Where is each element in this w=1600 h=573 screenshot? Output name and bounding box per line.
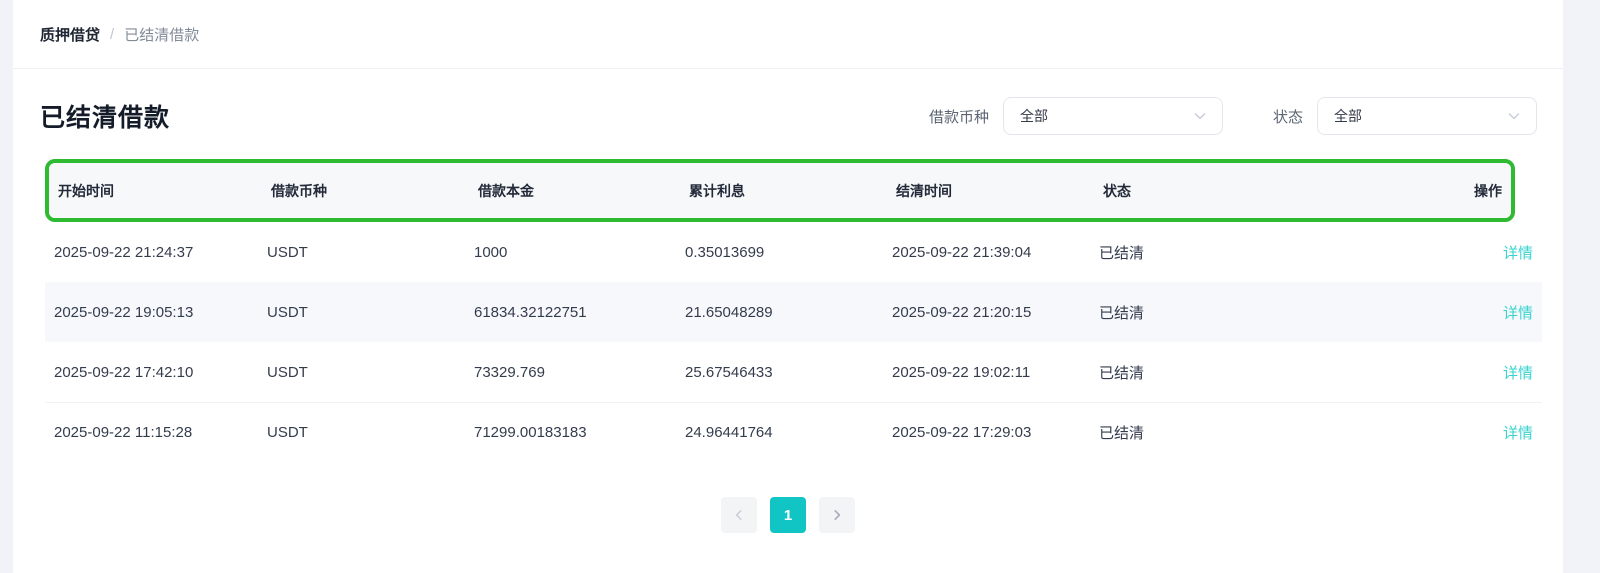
cell-principal: 73329.769 <box>474 363 545 381</box>
currency-filter-label: 借款币种 <box>928 108 989 126</box>
table-row: 2025-09-22 11:15:28 USDT 71299.00183183 … <box>45 402 1542 462</box>
status-filter-select[interactable]: 全部 <box>1317 97 1537 135</box>
cell-settle-time: 2025-09-22 21:39:04 <box>892 243 1032 261</box>
cell-interest: 21.65048289 <box>685 303 773 321</box>
chevron-down-icon <box>1508 113 1520 120</box>
filter-bar: 借款币种 全部 状态 全部 <box>929 97 1537 135</box>
cell-interest: 0.35013699 <box>685 243 765 261</box>
breadcrumb-item-pledge-lending[interactable]: 质押借贷 <box>40 24 100 45</box>
breadcrumb-item-settled-loans: 已结清借款 <box>124 26 200 44</box>
filter-group-status: 状态 全部 <box>1273 97 1537 135</box>
detail-link[interactable]: 详情 <box>1503 425 1533 442</box>
detail-link[interactable]: 详情 <box>1503 365 1533 382</box>
column-header-settle-time: 结清时间 <box>896 182 952 199</box>
cell-currency: USDT <box>267 303 308 321</box>
cell-status: 已结清 <box>1099 304 1145 322</box>
cell-settle-time: 2025-09-22 21:20:15 <box>892 303 1032 321</box>
chevron-down-icon <box>1194 113 1206 120</box>
column-header-interest: 累计利息 <box>689 182 745 199</box>
currency-filter-select[interactable]: 全部 <box>1002 97 1223 135</box>
next-page-button[interactable] <box>819 497 855 533</box>
table-row: 2025-09-22 17:42:10 USDT 73329.769 25.67… <box>45 342 1542 402</box>
table-row: 2025-09-22 21:24:37 USDT 1000 0.35013699… <box>45 222 1542 282</box>
cell-principal: 71299.00183183 <box>474 424 587 441</box>
cell-status: 已结清 <box>1099 364 1145 382</box>
breadcrumb: 质押借贷 / 已结清借款 <box>13 0 1563 69</box>
title-row: 已结清借款 借款币种 全部 状态 全部 <box>40 97 1537 135</box>
filter-group-currency: 借款币种 全部 <box>929 97 1223 135</box>
status-filter-label: 状态 <box>1272 108 1303 126</box>
cell-settle-time: 2025-09-22 17:29:03 <box>892 424 1032 441</box>
breadcrumb-separator: / <box>110 25 115 43</box>
column-header-action: 操作 <box>1474 182 1502 199</box>
cell-interest: 24.96441764 <box>685 424 773 441</box>
header-highlight-annotation: 开始时间 借款币种 借款本金 累计利息 结清时间 状态 操作 <box>45 159 1515 222</box>
chevron-left-icon <box>735 510 742 520</box>
column-header-principal: 借款本金 <box>478 182 534 199</box>
detail-link[interactable]: 详情 <box>1503 245 1533 262</box>
currency-filter-value: 全部 <box>1019 108 1048 124</box>
column-header-status: 状态 <box>1103 182 1131 199</box>
column-header-currency: 借款币种 <box>271 182 327 199</box>
cell-status: 已结清 <box>1099 244 1145 262</box>
main-panel: 质押借贷 / 已结清借款 已结清借款 借款币种 全部 状态 全部 开始时间 借款… <box>13 0 1563 573</box>
previous-page-button[interactable] <box>721 497 757 533</box>
status-filter-value: 全部 <box>1334 108 1362 124</box>
cell-interest: 25.67546433 <box>685 363 773 381</box>
detail-link[interactable]: 详情 <box>1503 305 1533 322</box>
page-title: 已结清借款 <box>40 104 171 132</box>
cell-currency: USDT <box>267 424 308 441</box>
cell-currency: USDT <box>267 243 308 261</box>
cell-currency: USDT <box>267 363 308 381</box>
cell-settle-time: 2025-09-22 19:02:11 <box>892 363 1031 381</box>
table-row: 2025-09-22 19:05:13 USDT 61834.32122751 … <box>45 282 1542 342</box>
chevron-right-icon <box>834 510 841 520</box>
cell-status: 已结清 <box>1099 425 1145 442</box>
column-header-start-time: 开始时间 <box>58 182 114 199</box>
cell-principal: 61834.32122751 <box>474 303 587 321</box>
cell-start-time: 2025-09-22 21:24:37 <box>54 243 194 261</box>
cell-start-time: 2025-09-22 11:15:28 <box>54 424 193 441</box>
cell-start-time: 2025-09-22 19:05:13 <box>54 303 194 321</box>
pagination: 1 <box>13 497 1563 533</box>
settled-loans-table: 开始时间 借款币种 借款本金 累计利息 结清时间 状态 操作 2025-09-2… <box>45 159 1542 462</box>
cell-principal: 1000 <box>474 243 508 261</box>
table-header-row: 开始时间 借款币种 借款本金 累计利息 结清时间 状态 操作 <box>49 163 1511 218</box>
page-button-1[interactable]: 1 <box>770 497 806 533</box>
cell-start-time: 2025-09-22 17:42:10 <box>54 363 194 381</box>
